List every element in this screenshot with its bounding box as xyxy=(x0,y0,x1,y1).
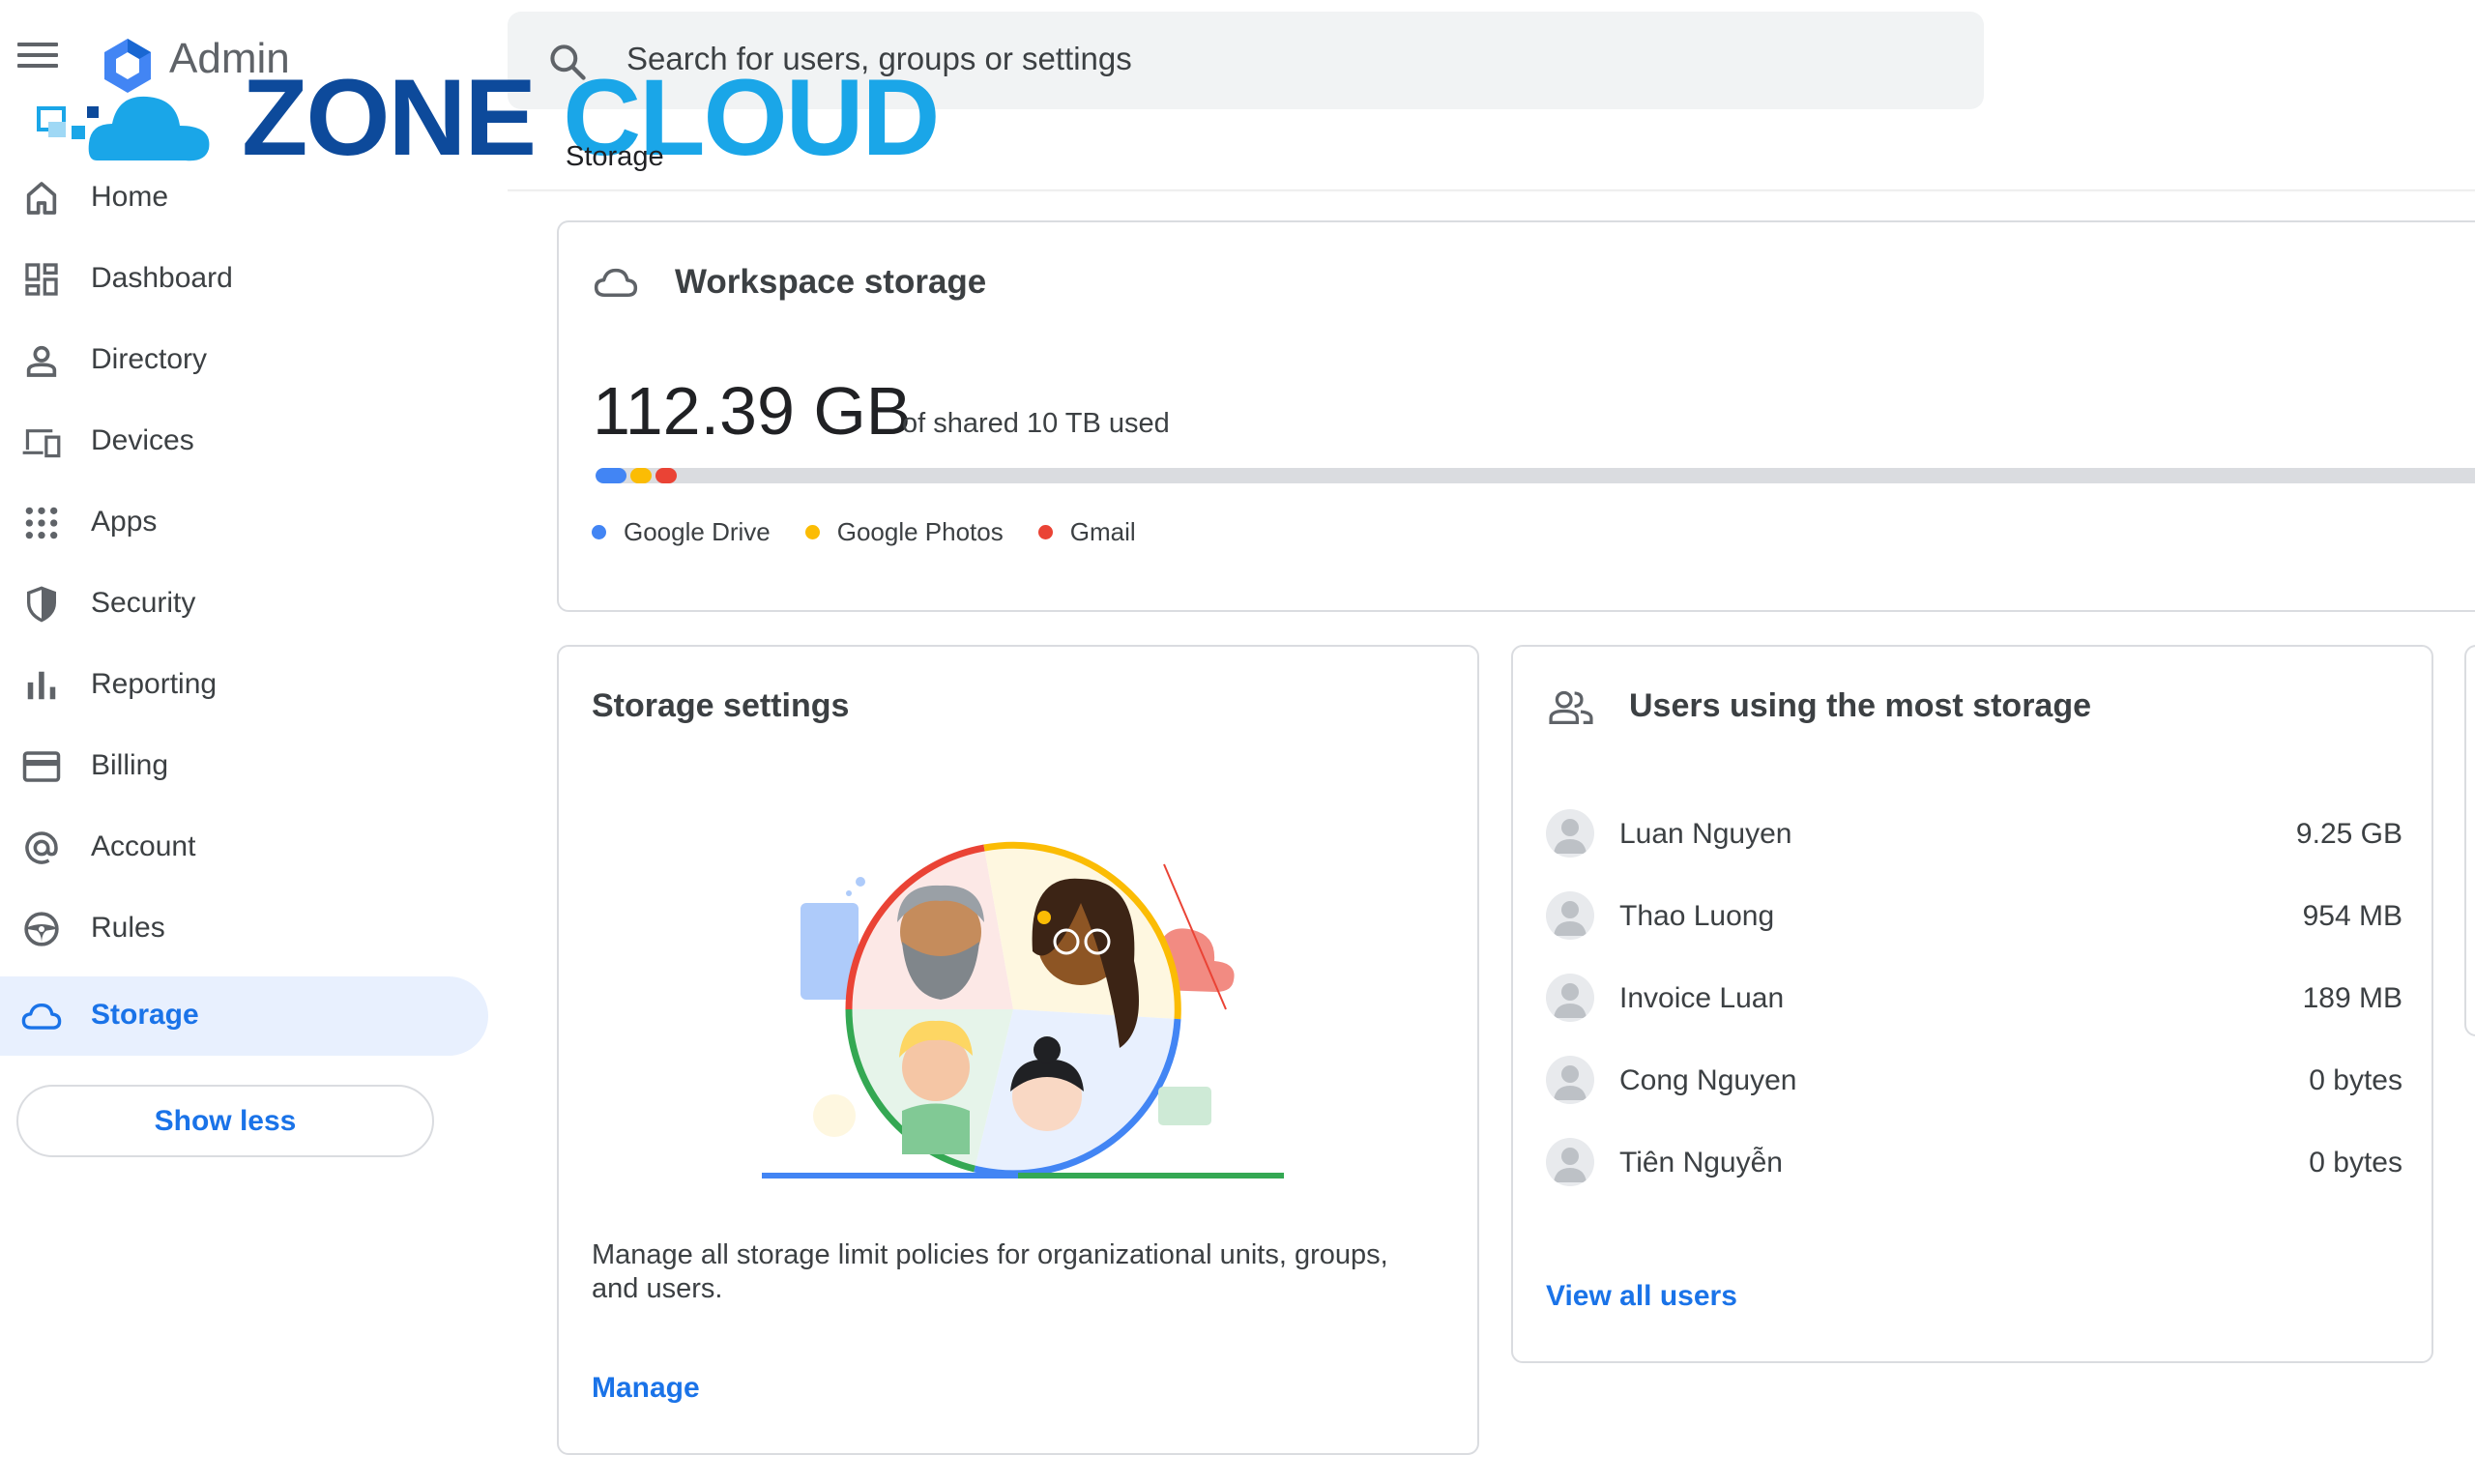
header-divider xyxy=(508,189,2475,192)
user-storage-size: 954 MB xyxy=(2302,900,2402,932)
show-less-button[interactable]: Show less xyxy=(16,1085,434,1157)
people-icon xyxy=(1549,690,1593,724)
storage-legend: Google Drive Google Photos Gmail xyxy=(592,517,1171,547)
sidebar-item-home[interactable]: Home xyxy=(0,159,488,238)
manage-link[interactable]: Manage xyxy=(592,1372,700,1405)
storage-total-label: of shared 10 TB used xyxy=(902,408,1170,439)
partial-card-edge xyxy=(2464,645,2475,1036)
legend-gmail: Gmail xyxy=(1037,517,1136,547)
user-name[interactable]: Cong Nguyen xyxy=(1619,1064,1796,1097)
legend-google-photos: Google Photos xyxy=(804,517,1004,547)
view-all-users-link[interactable]: View all users xyxy=(1546,1280,1737,1313)
usage-bar-gmail xyxy=(655,468,677,483)
storage-used-amount: 112.39 GB xyxy=(593,373,912,449)
person-icon xyxy=(21,340,62,381)
user-row: Luan Nguyen 9.25 GB xyxy=(1546,804,2402,862)
storage-settings-card: Storage settings Manage all storage limi… xyxy=(557,645,1479,1455)
top-storage-users-card: Users using the most storage Luan Nguyen… xyxy=(1511,645,2433,1363)
sidebar-item-security[interactable]: Security xyxy=(0,565,488,644)
bar-chart-icon xyxy=(21,665,62,706)
user-name[interactable]: Invoice Luan xyxy=(1619,982,1784,1015)
user-name[interactable]: Luan Nguyen xyxy=(1619,818,1791,851)
dashboard-icon xyxy=(21,259,62,300)
usage-bar-google-photos xyxy=(630,468,652,483)
avatar xyxy=(1546,974,1594,1022)
sidebar-item-reporting[interactable]: Reporting xyxy=(0,646,488,725)
legend-google-drive: Google Drive xyxy=(592,517,771,547)
zone-cloud-logo-icon xyxy=(37,96,210,161)
sidebar-item-apps[interactable]: Apps xyxy=(0,483,488,563)
storage-settings-title: Storage settings xyxy=(592,687,850,724)
user-storage-size: 9.25 GB xyxy=(2295,818,2402,850)
credit-card-icon xyxy=(21,746,62,787)
breadcrumb: Storage xyxy=(566,141,664,172)
avatar xyxy=(1546,891,1594,940)
sidebar-item-storage[interactable]: Storage xyxy=(0,976,488,1056)
sidebar-item-dashboard[interactable]: Dashboard xyxy=(0,240,488,319)
usage-bar-google-drive xyxy=(596,468,626,483)
sidebar-item-billing[interactable]: Billing xyxy=(0,727,488,806)
avatar xyxy=(1546,1138,1594,1186)
user-storage-size: 0 bytes xyxy=(2309,1064,2402,1096)
user-row: Invoice Luan 189 MB xyxy=(1546,969,2402,1027)
workspace-storage-card: Workspace storage 112.39 GB of shared 10… xyxy=(557,220,2475,612)
cloud-icon xyxy=(21,996,62,1036)
shield-icon xyxy=(21,584,62,625)
sidebar-item-account[interactable]: Account xyxy=(0,808,488,887)
sidebar-item-devices[interactable]: Devices xyxy=(0,402,488,481)
sidebar-item-rules[interactable]: Rules xyxy=(0,889,488,969)
apps-grid-icon xyxy=(21,503,62,543)
user-storage-size: 0 bytes xyxy=(2309,1147,2402,1178)
top-users-title: Users using the most storage xyxy=(1629,687,2092,724)
avatar xyxy=(1546,1056,1594,1104)
cloud-icon xyxy=(594,268,638,298)
steering-wheel-icon xyxy=(21,909,62,949)
user-row: Tiên Nguyễn 0 bytes xyxy=(1546,1133,2402,1191)
user-storage-size: 189 MB xyxy=(2302,982,2402,1014)
at-sign-icon xyxy=(21,828,62,868)
user-row: Cong Nguyen 0 bytes xyxy=(1546,1051,2402,1109)
home-icon xyxy=(21,178,62,218)
sidebar-item-directory[interactable]: Directory xyxy=(0,321,488,400)
storage-settings-description: Manage all storage limit policies for or… xyxy=(592,1239,1388,1304)
storage-usage-bar xyxy=(596,468,2475,483)
avatar xyxy=(1546,809,1594,858)
people-storage-illustration xyxy=(762,841,1284,1178)
user-name[interactable]: Tiên Nguyễn xyxy=(1619,1147,1783,1179)
user-row: Thao Luong 954 MB xyxy=(1546,887,2402,945)
user-name[interactable]: Thao Luong xyxy=(1619,900,1774,933)
devices-icon xyxy=(21,422,62,462)
workspace-storage-title: Workspace storage xyxy=(675,263,987,301)
